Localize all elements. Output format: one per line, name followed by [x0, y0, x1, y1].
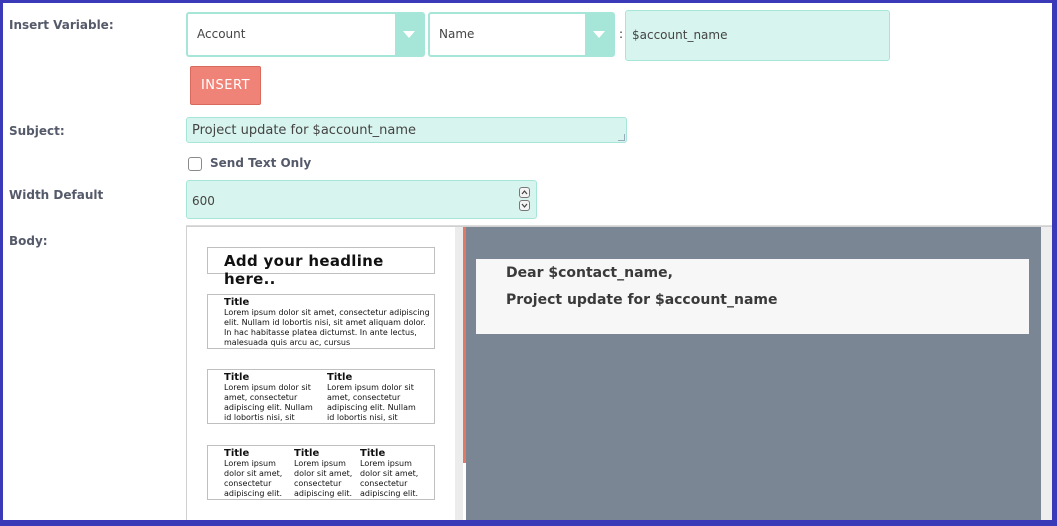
- palette-column: Title Lorem ipsum dolor sit amet, consec…: [224, 372, 319, 423]
- insert-variable-label: Insert Variable:: [9, 18, 114, 32]
- palette-headline-block[interactable]: Add your headline here..: [207, 247, 435, 288]
- send-text-only-checkbox[interactable]: [188, 157, 202, 171]
- chevron-down-icon[interactable]: [585, 14, 613, 55]
- palette-column-title: Title: [294, 448, 320, 459]
- email-greeting[interactable]: Dear $contact_name,: [506, 265, 673, 281]
- width-default-label: Width Default: [9, 188, 104, 202]
- palette-column: Title Lorem ipsum dolor sit amet, consec…: [360, 448, 422, 499]
- email-body-block[interactable]: Dear $contact_name, Project update for $…: [476, 259, 1029, 334]
- email-subject-line[interactable]: Project update for $account_name: [506, 292, 777, 308]
- palette-three-column-block[interactable]: Title Lorem ipsum dolor sit amet, consec…: [207, 445, 435, 500]
- palette-column-title: Title: [224, 297, 250, 308]
- width-default-input[interactable]: 600: [186, 180, 537, 219]
- palette-two-column-block[interactable]: Title Lorem ipsum dolor sit amet, consec…: [207, 369, 435, 424]
- palette-column-title: Title: [327, 372, 353, 383]
- palette-column-text: Lorem ipsum dolor sit amet, consectetur …: [360, 459, 419, 498]
- module-select-value: Account: [197, 27, 246, 41]
- subject-value: Project update for $account_name: [192, 123, 416, 138]
- spin-down-icon[interactable]: [519, 200, 530, 211]
- palette-headline-text: Add your headline here..: [224, 252, 384, 288]
- block-palette: Add your headline here.. Title Lorem ips…: [187, 227, 455, 520]
- palette-column: Title Lorem ipsum dolor sit amet, consec…: [224, 297, 430, 348]
- palette-column-text: Lorem ipsum dolor sit amet, consectetur …: [224, 308, 430, 347]
- palette-column-text: Lorem ipsum dolor sit amet, consectetur …: [327, 383, 416, 422]
- body-editor: Add your headline here.. Title Lorem ips…: [186, 226, 1052, 520]
- field-select[interactable]: Name: [428, 12, 615, 57]
- field-select-value: Name: [439, 27, 475, 41]
- insert-button[interactable]: INSERT: [190, 66, 261, 105]
- variable-separator: :: [619, 27, 624, 41]
- palette-scrollbar[interactable]: [455, 227, 463, 520]
- palette-one-column-block[interactable]: Title Lorem ipsum dolor sit amet, consec…: [207, 294, 435, 349]
- template-canvas[interactable]: Dear $contact_name, Project update for $…: [466, 227, 1041, 520]
- email-template-form: Insert Variable: Account Name : $account…: [3, 3, 1052, 520]
- palette-column-text: Lorem ipsum dolor sit amet, consectetur …: [294, 459, 353, 498]
- palette-column-title: Title: [224, 372, 250, 383]
- palette-column: Title Lorem ipsum dolor sit amet, consec…: [294, 448, 356, 499]
- send-text-only-label: Send Text Only: [210, 156, 312, 170]
- variable-name-field[interactable]: $account_name: [625, 10, 890, 61]
- chevron-down-icon[interactable]: [395, 14, 423, 55]
- subject-input[interactable]: Project update for $account_name: [186, 117, 627, 143]
- spin-up-icon[interactable]: [519, 187, 530, 198]
- module-select[interactable]: Account: [186, 12, 425, 57]
- width-default-value: 600: [192, 194, 215, 208]
- canvas-scrollbar[interactable]: [1041, 227, 1052, 520]
- resize-handle[interactable]: [618, 134, 625, 141]
- body-label: Body:: [9, 234, 48, 248]
- palette-column: Title Lorem ipsum dolor sit amet, consec…: [327, 372, 422, 423]
- palette-column-title: Title: [224, 448, 250, 459]
- palette-column: Title Lorem ipsum dolor sit amet, consec…: [224, 448, 286, 499]
- palette-column-text: Lorem ipsum dolor sit amet, consectetur …: [224, 459, 283, 498]
- variable-name-value: $account_name: [632, 28, 728, 42]
- palette-column-text: Lorem ipsum dolor sit amet, consectetur …: [224, 383, 313, 422]
- palette-column-title: Title: [360, 448, 386, 459]
- subject-label: Subject:: [9, 124, 65, 138]
